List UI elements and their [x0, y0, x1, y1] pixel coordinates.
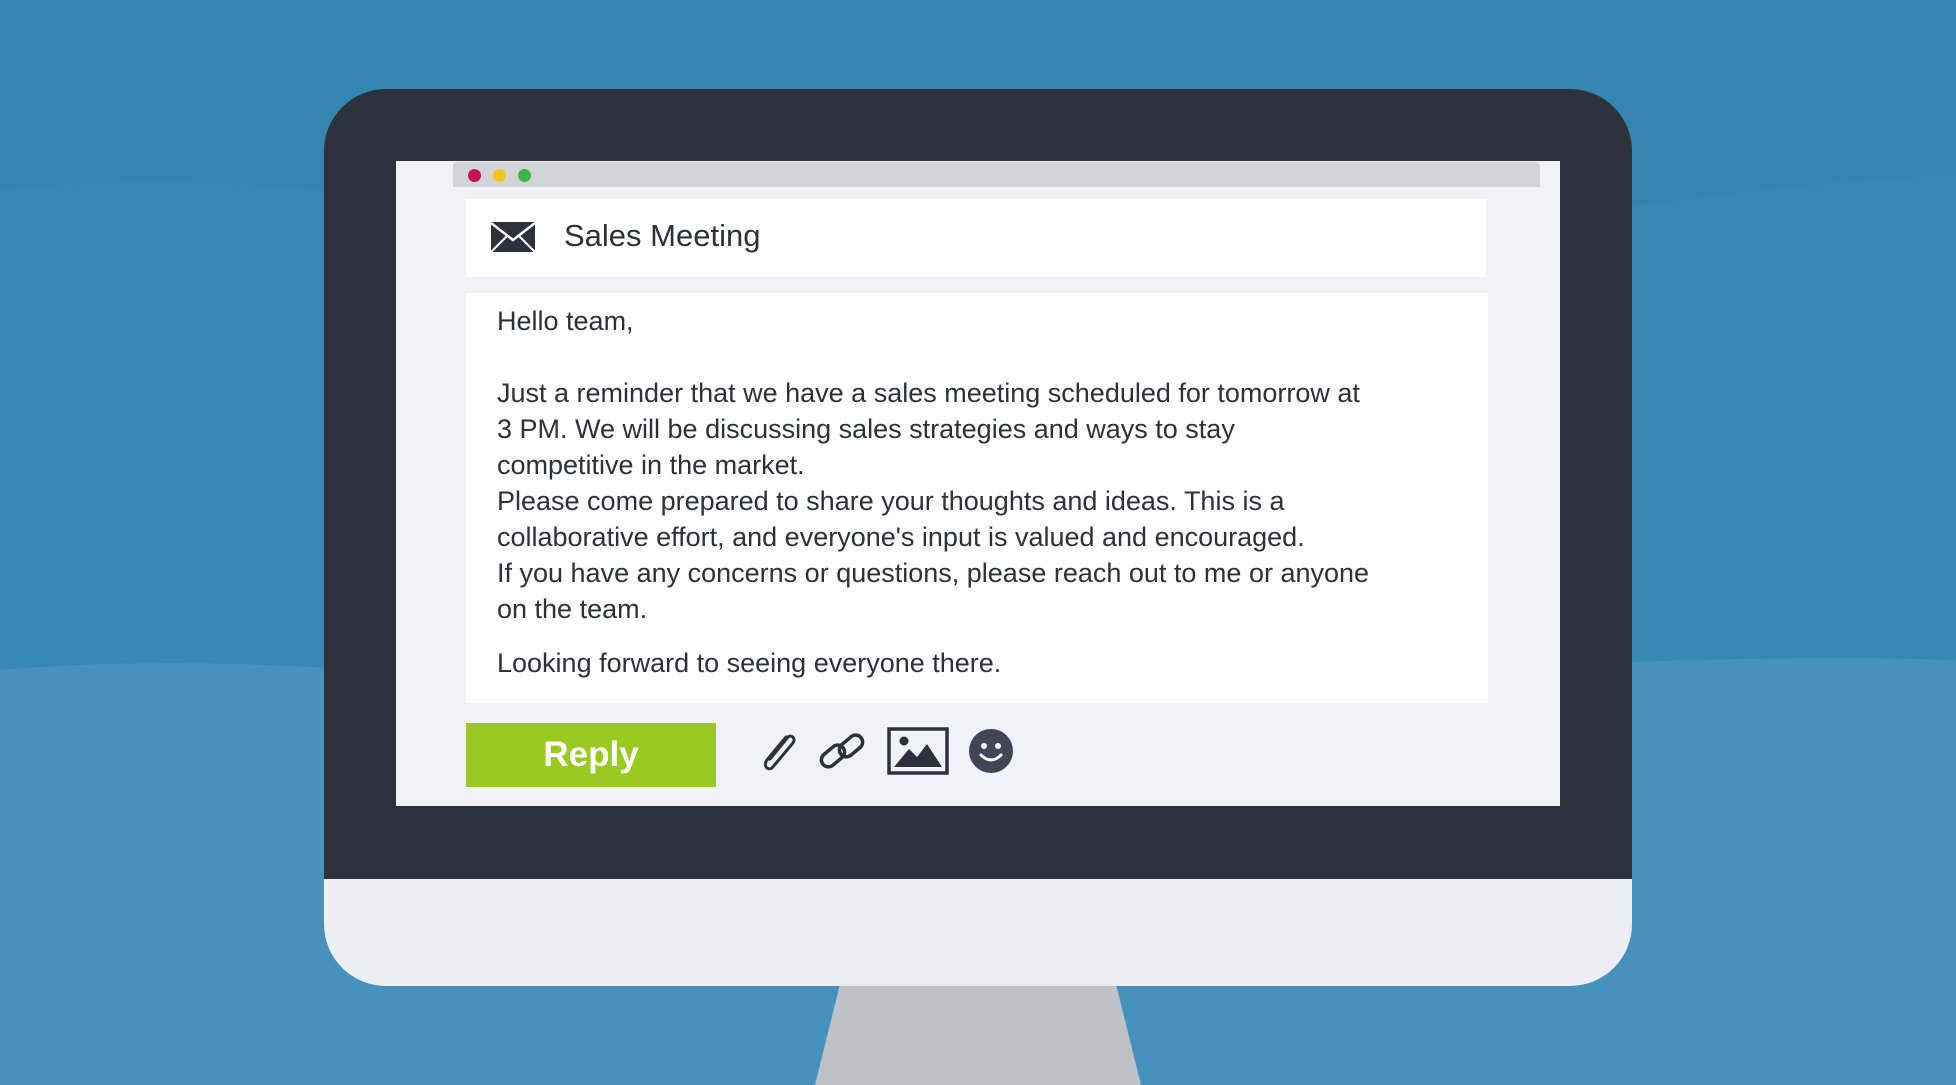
paperclip-icon[interactable] [753, 727, 803, 777]
window-title-bar [453, 162, 1540, 187]
message-body: Hello team, Just a reminder that we have… [466, 293, 1488, 703]
minimize-dot[interactable] [493, 169, 506, 182]
email-window: Sales Meeting Hello team, Just a reminde… [396, 161, 1560, 806]
email-body-text: Just a reminder that we have a sales mee… [497, 378, 1370, 624]
envelope-icon [490, 222, 536, 253]
monitor-stand [815, 980, 1141, 1085]
emoji-icon[interactable] [967, 727, 1015, 775]
maximize-dot[interactable] [518, 169, 531, 182]
email-subject: Sales Meeting [564, 218, 761, 253]
email-closing: Looking forward to seeing everyone there… [497, 648, 1002, 678]
reply-button[interactable]: Reply [466, 723, 716, 787]
close-dot[interactable] [468, 169, 481, 182]
subject-bar: Sales Meeting [466, 199, 1486, 277]
email-greeting: Hello team, [497, 306, 634, 336]
link-icon[interactable] [816, 727, 870, 777]
image-icon[interactable] [887, 727, 949, 775]
